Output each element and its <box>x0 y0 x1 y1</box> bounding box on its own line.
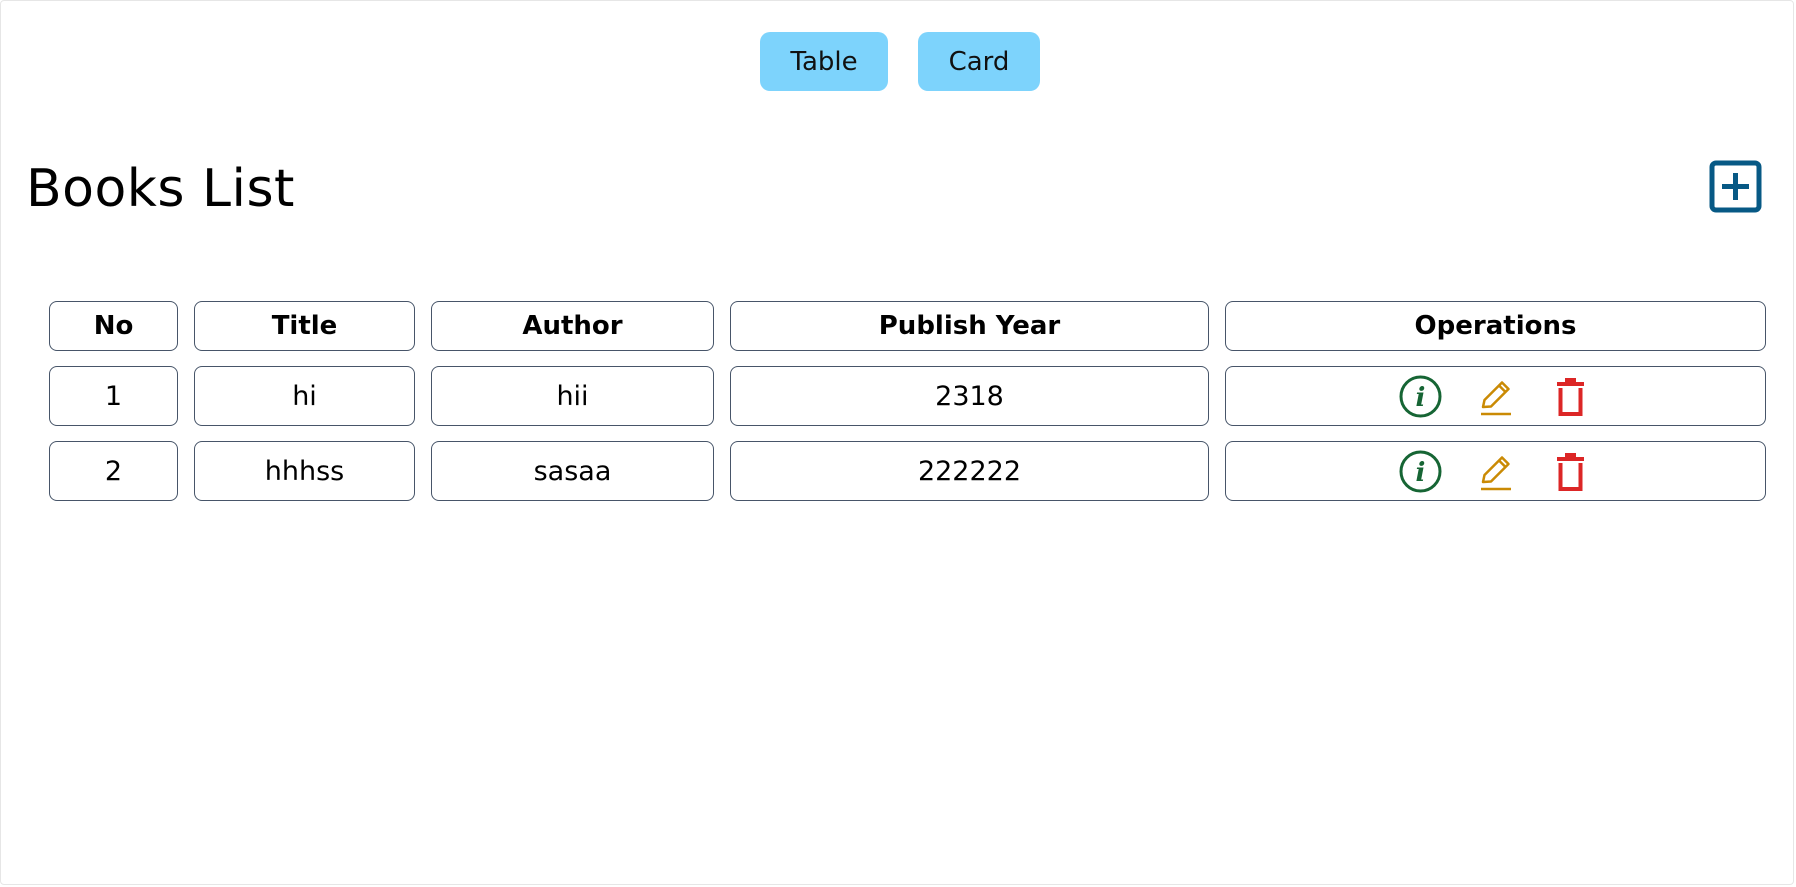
header-no: No <box>49 301 178 351</box>
svg-text:i: i <box>1416 383 1426 413</box>
cell-publish-year: 222222 <box>730 441 1209 501</box>
header-operations: Operations <box>1225 301 1766 351</box>
header-author: Author <box>431 301 714 351</box>
table-header-row: No Title Author Publish Year Operations <box>49 301 1766 351</box>
info-circle-icon[interactable]: i <box>1398 374 1443 419</box>
edit-pencil-icon[interactable] <box>1473 449 1518 494</box>
cell-no: 1 <box>49 366 178 426</box>
plus-square-icon <box>1709 160 1762 213</box>
view-toggle: Table Card <box>0 32 1796 91</box>
card-view-button[interactable]: Card <box>918 32 1040 91</box>
cell-no: 2 <box>49 441 178 501</box>
trash-icon[interactable] <box>1548 374 1593 419</box>
cell-title: hi <box>194 366 415 426</box>
header-publish-year: Publish Year <box>730 301 1209 351</box>
table-row: 1 hi hii 2318 i <box>49 366 1766 426</box>
add-book-button[interactable] <box>1709 160 1762 213</box>
cell-author: hii <box>431 366 714 426</box>
page-title: Books List <box>26 159 295 219</box>
info-circle-icon[interactable]: i <box>1398 449 1443 494</box>
edit-pencil-icon[interactable] <box>1473 374 1518 419</box>
trash-icon[interactable] <box>1548 449 1593 494</box>
operations-group: i <box>1226 449 1765 494</box>
svg-text:i: i <box>1416 458 1426 488</box>
cell-title: hhhss <box>194 441 415 501</box>
cell-operations: i <box>1225 441 1766 501</box>
header-title: Title <box>194 301 415 351</box>
cell-operations: i <box>1225 366 1766 426</box>
table-view-button[interactable]: Table <box>760 32 888 91</box>
books-table: No Title Author Publish Year Operations … <box>33 286 1782 516</box>
cell-publish-year: 2318 <box>730 366 1209 426</box>
table-row: 2 hhhss sasaa 222222 i <box>49 441 1766 501</box>
cell-author: sasaa <box>431 441 714 501</box>
operations-group: i <box>1226 374 1765 419</box>
